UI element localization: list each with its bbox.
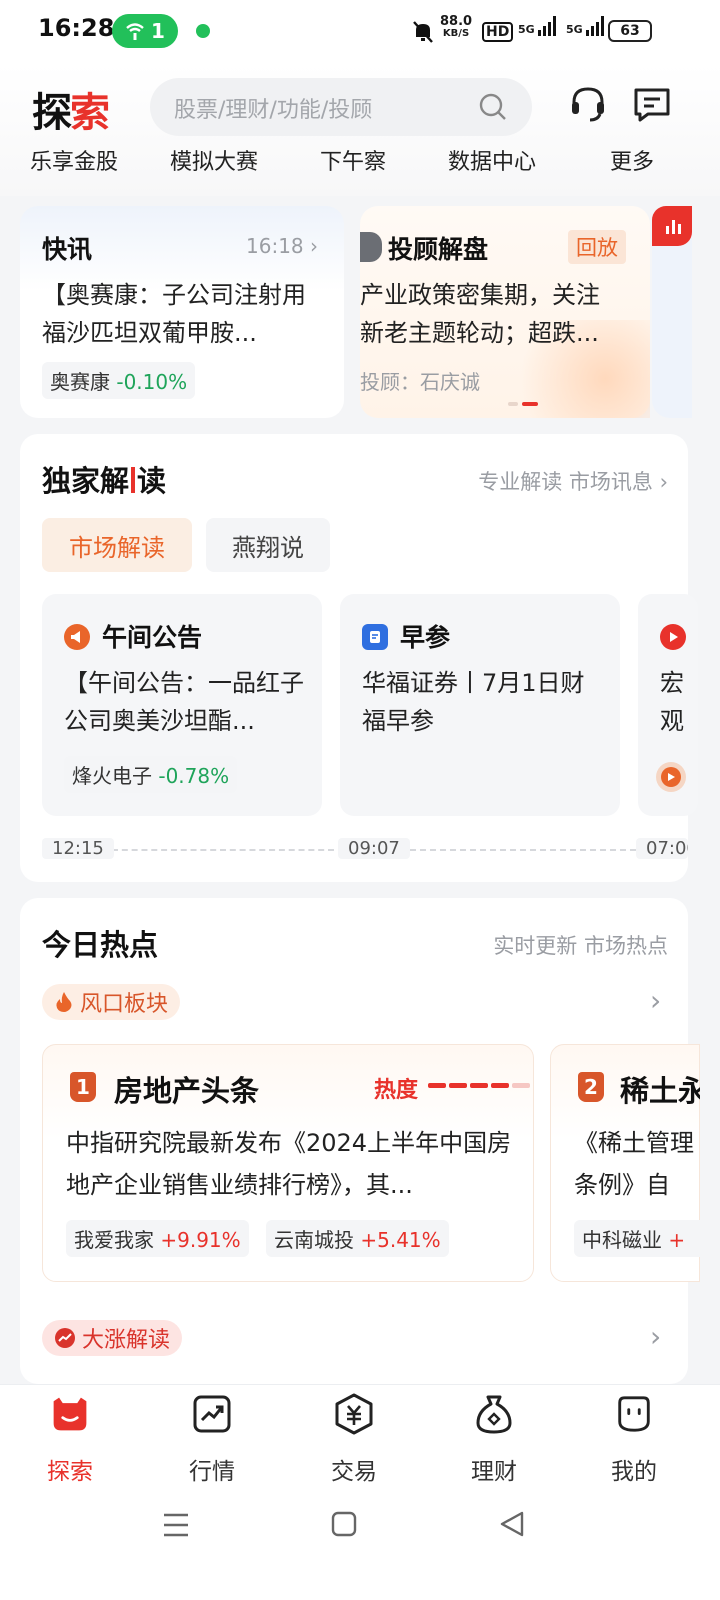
timeline-line <box>410 849 636 851</box>
nav-leixiang[interactable]: 乐享金股 <box>30 144 118 176</box>
customer-service-icon[interactable] <box>568 84 608 124</box>
money-bag-icon <box>474 1394 514 1434</box>
profile-face-icon <box>614 1394 654 1434</box>
stock-tag[interactable]: 中科磁业 + <box>574 1220 700 1257</box>
hot-topic-name: 房地产头条 <box>114 1074 260 1108</box>
signal-1-icon: 5G <box>518 16 556 36</box>
wifi-count: 1 <box>151 19 165 43</box>
announcement-body: 【午间公告：一品红子公司奥美沙坦酯... <box>64 669 304 735</box>
back-icon[interactable] <box>498 1510 526 1542</box>
hot-topic-body: 《稀土管理条例》自2024年10月1日... <box>574 1129 694 1199</box>
stock-tag[interactable]: 云南城投 +5.41% <box>266 1220 449 1257</box>
chart-badge-icon <box>652 206 692 246</box>
net-speed: 88.0 KB/S <box>440 14 473 39</box>
home-icon[interactable] <box>330 1510 358 1542</box>
hot-topic-body: 中指研究院最新发布《2024上半年中国房地产企业销售业绩排行榜》，其... <box>66 1129 512 1199</box>
morning-brief-body: 华福证券丨7月1日财福早参 <box>362 669 585 735</box>
trending-sectors-pill[interactable]: 风口板块 <box>42 984 181 1020</box>
timeline-line <box>112 849 334 851</box>
tab-explore[interactable]: 探索 <box>10 1394 130 1486</box>
hot-topic-name: 稀土永磁 <box>620 1074 700 1108</box>
flame-icon <box>56 992 72 1012</box>
carousel-indicator <box>508 402 538 406</box>
nav-simulation[interactable]: 模拟大赛 <box>170 144 258 176</box>
tab-mine[interactable]: 我的 <box>574 1394 694 1486</box>
signal-2-icon: 5G <box>566 16 604 36</box>
advisor-title: 投顾解盘 <box>388 235 489 264</box>
tab-wealth[interactable]: 理财 <box>434 1394 554 1486</box>
timeline-time: 09:07 <box>338 838 410 859</box>
surge-analysis-pill[interactable]: 大涨解读 <box>42 1320 183 1356</box>
rank-badge: 2 <box>578 1072 604 1102</box>
status-time: 16:28 <box>38 14 115 42</box>
play-icon[interactable] <box>656 762 686 792</box>
advisor-avatar <box>360 232 382 262</box>
chevron-right-icon[interactable]: › <box>650 984 661 1017</box>
tab-yanxiang[interactable]: 燕翔说 <box>206 518 330 572</box>
news-flash-time: 16:18 › <box>246 234 318 258</box>
replay-badge: 回放 <box>568 230 626 264</box>
timeline-time: 07:00 <box>636 838 688 859</box>
nav-afternoon[interactable]: 下午察 <box>320 144 386 176</box>
document-icon <box>362 624 388 650</box>
tab-market[interactable]: 行情 <box>152 1394 272 1486</box>
search-input[interactable]: 股票/理财/功能/投顾 <box>174 92 372 124</box>
hd-badge: HD <box>482 22 514 42</box>
news-flash-title: 快讯 <box>42 235 93 264</box>
exclusive-title: 独家解读 <box>42 464 167 498</box>
chevron-right-icon: › <box>310 234 318 258</box>
battery-icon: 63 <box>608 20 652 42</box>
chevron-right-icon[interactable]: › <box>650 1320 661 1353</box>
macro-body: 宏观中 <box>660 669 684 735</box>
market-chart-icon <box>192 1394 232 1434</box>
search-icon[interactable] <box>478 92 508 122</box>
news-flash-body: 【奥赛康：子公司注射用福沙匹坦双葡甲胺... <box>42 281 306 347</box>
message-icon[interactable] <box>632 84 672 124</box>
stock-tag[interactable]: 奥赛康 -0.10% <box>42 362 196 399</box>
heat-label: 热度 <box>374 1078 419 1103</box>
app-logo: 探索 <box>32 89 110 136</box>
nav-more[interactable]: 更多 <box>610 144 654 176</box>
recent-apps-icon[interactable] <box>162 1512 190 1542</box>
advisor-teacher: 投顾：石庆诚 <box>360 370 480 394</box>
heat-bar <box>428 1083 530 1088</box>
exclusive-more-link[interactable]: 专业解读 市场讯息 › <box>478 466 668 496</box>
tab-market-read[interactable]: 市场解读 <box>42 518 192 572</box>
trend-up-icon <box>55 1328 75 1348</box>
wifi-hotspot-badge: 1 <box>112 14 178 48</box>
notification-dot-icon <box>196 24 210 38</box>
tab-trade[interactable]: 交易 <box>294 1393 414 1486</box>
hot-topics-subtitle: 实时更新 市场热点 <box>493 934 668 958</box>
stock-tag[interactable]: 我爱我家 +9.91% <box>66 1220 249 1257</box>
hot-topics-title: 今日热点 <box>42 928 159 962</box>
timeline-time: 12:15 <box>42 838 114 859</box>
stock-tag[interactable]: 烽火电子 -0.78% <box>64 756 238 793</box>
advisor-body: 产业政策密集期，关注 新老主题轮动；超跌... <box>360 281 600 347</box>
chevron-right-icon: › <box>659 470 668 494</box>
explore-icon <box>50 1394 90 1434</box>
wifi-icon <box>126 23 144 40</box>
morning-brief-title: 早参 <box>400 623 451 652</box>
video-icon <box>660 624 686 650</box>
rank-badge: 1 <box>70 1072 96 1102</box>
mute-icon <box>412 20 434 48</box>
announcement-title: 午间公告 <box>102 623 203 652</box>
yuan-shield-icon <box>334 1393 374 1435</box>
nav-data-center[interactable]: 数据中心 <box>448 144 536 176</box>
megaphone-icon <box>64 624 90 650</box>
